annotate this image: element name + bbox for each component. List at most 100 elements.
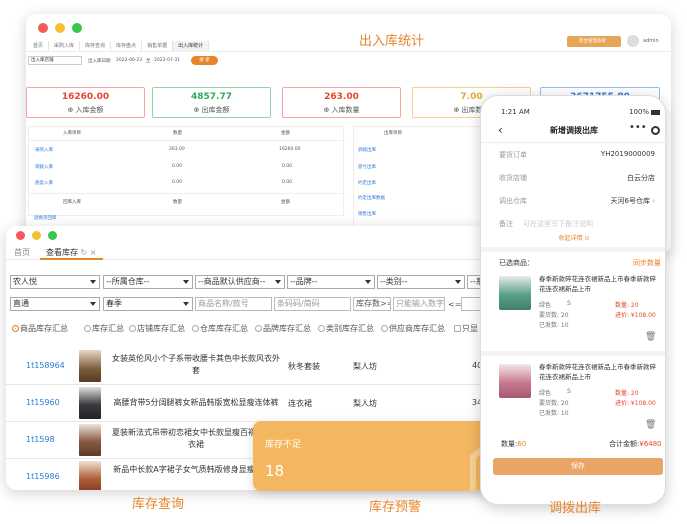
ret-table-line: [29, 193, 345, 194]
product-thumbnail: [79, 424, 101, 456]
delete-icon[interactable]: 🗑: [645, 420, 656, 430]
chevron-down-icon: [365, 280, 371, 284]
tab-home[interactable]: 首页: [28, 41, 50, 51]
user-name: admin: [643, 38, 659, 44]
row-code[interactable]: 1t15960: [26, 398, 60, 407]
out-row-3[interactable]: 约定出库: [358, 180, 376, 186]
brand-filter[interactable]: --品牌--: [287, 275, 375, 289]
row-season: 秋冬套装: [288, 362, 320, 371]
ret-table-header-amount: 金额: [281, 200, 290, 205]
radio-dot: [318, 325, 325, 332]
radio-warehouse-summary[interactable]: 仓库库存汇总: [192, 323, 248, 334]
category-filter[interactable]: --类别--: [377, 275, 465, 289]
out-row-2[interactable]: 盘亏出库: [358, 164, 376, 170]
delete-icon[interactable]: 🗑: [645, 332, 656, 342]
collapse-link[interactable]: 收起详情 ⊙: [481, 233, 665, 242]
out-amount-icon: ⊕: [193, 106, 202, 114]
product-card[interactable]: 春季新款碎花连衣裙新品上市春季新款碎花连衣裙新品上市 绿色 S 要货数: 20 …: [481, 268, 665, 350]
query-minimize-dot[interactable]: [32, 231, 41, 240]
stock-alert-card[interactable]: 库存不足 18: [253, 421, 517, 491]
date-sep: 至: [146, 59, 151, 64]
warehouse-filter[interactable]: --所属仓库--: [103, 275, 193, 289]
in-row-3-amount: 0.00: [282, 180, 293, 185]
tab-view-stock[interactable]: 查看库存 ↻ ×: [40, 244, 103, 260]
out-row-1[interactable]: 调拨出库: [358, 147, 376, 153]
status-time: 1:21 AM: [501, 108, 530, 116]
in-table-header-amount: 金额: [281, 131, 290, 136]
warehouse-select[interactable]: 出入库店铺: [28, 56, 82, 65]
maximize-dot[interactable]: [72, 23, 82, 33]
receiving-store-field[interactable]: 收货店铺 白云分店: [481, 166, 665, 188]
product-name-input[interactable]: 商品名称/款号: [195, 297, 272, 311]
status-battery: 100%: [629, 108, 661, 116]
row-code[interactable]: 1t1598: [26, 435, 55, 444]
date-to[interactable]: 2022-07-31: [154, 58, 180, 63]
stock-lt-label: <=: [448, 300, 462, 309]
in-row-1-qty: 263.00: [169, 147, 185, 152]
row-code[interactable]: 1t158964: [26, 361, 65, 370]
sync-button[interactable]: 同步数量: [633, 258, 661, 268]
tab-query-home[interactable]: 首页: [14, 247, 30, 258]
query-close-dot[interactable]: [16, 231, 25, 240]
stat-in-amount: 16260.00 ⊕ 入库金额: [26, 87, 145, 118]
radio-product-summary[interactable]: 商品库存汇总: [12, 323, 68, 334]
in-amount-icon: ⊕: [67, 106, 76, 114]
tab-stats[interactable]: 出入库统计: [173, 41, 210, 51]
table-row[interactable]: 1t15960 高腰背带5分阔腿裤女新品韩版宽松显瘦连体裤 连衣裙 梨人坊 34: [6, 385, 487, 422]
remark-field[interactable]: 备注 可在这里写下备注说明: [481, 212, 665, 234]
radio-stock-summary[interactable]: 库存汇总: [84, 323, 124, 334]
tab-stock-check[interactable]: 库存盘点: [111, 41, 143, 51]
out-row-5[interactable]: 销售出库: [358, 211, 376, 217]
stat-in-qty: 263.00 ⊕ 入库数量: [282, 87, 401, 118]
product-card[interactable]: 春季新款碎花连衣裙新品上市春季新款碎花连衣裙新品上市 绿色 S 要货数: 20 …: [481, 356, 665, 438]
ret-row-1-item[interactable]: 退换货回库: [34, 215, 57, 221]
label-transfer: 调拨出库: [549, 501, 602, 516]
checkbox-only-show[interactable]: 只显: [454, 323, 478, 334]
tab-stock-query[interactable]: 库存查询: [80, 41, 112, 51]
tab-purchase-in[interactable]: 采购入库: [49, 41, 81, 51]
row-name: 高腰背带5分阔腿裤女新品韩版宽松显瘦连体裤: [113, 398, 279, 407]
chevron-right-icon: ›: [649, 197, 655, 205]
query-maximize-dot[interactable]: [48, 231, 57, 240]
target-icon[interactable]: [651, 126, 660, 135]
search-button[interactable]: 搜 索: [191, 56, 218, 65]
store-select[interactable]: 农人悦: [10, 275, 100, 289]
season-select[interactable]: 春季: [103, 297, 193, 311]
admin-button[interactable]: 后台管理系统: [567, 36, 621, 47]
in-row-1-item[interactable]: 采购入库: [35, 147, 53, 153]
checkbox-box: [454, 325, 461, 332]
stock-min-input[interactable]: 只能输入数字: [393, 297, 445, 311]
refresh-icon[interactable]: ↻: [81, 248, 88, 257]
minimize-dot[interactable]: [55, 23, 65, 33]
supplier-filter[interactable]: --商品默认供应商--: [195, 275, 285, 289]
in-qty-icon: ⊕: [323, 106, 332, 114]
avatar[interactable]: [627, 35, 639, 47]
order-field[interactable]: 要货订单 YH2019000009: [481, 143, 665, 165]
close-dot[interactable]: [38, 23, 48, 33]
radio-dot: [255, 325, 262, 332]
in-row-3-item[interactable]: 盘盈入库: [35, 180, 53, 186]
channel-select[interactable]: 直通: [10, 297, 100, 311]
tab-close-icon[interactable]: ×: [90, 248, 97, 257]
in-row-2-item[interactable]: 调拨入库: [35, 164, 53, 170]
radio-supplier-summary[interactable]: 供应商库存汇总: [381, 323, 445, 334]
out-qty-icon: ⊕: [453, 106, 462, 114]
date-label: 出入库日期: [88, 59, 111, 64]
row-code[interactable]: 1t15986: [26, 472, 60, 481]
tab-sales[interactable]: 销售单据: [142, 41, 174, 51]
more-icon[interactable]: •••: [629, 122, 647, 133]
product-image: [499, 364, 531, 398]
save-button[interactable]: 保存: [493, 458, 663, 475]
label-stats: 出入库统计: [359, 34, 425, 49]
radio-category-summary[interactable]: 类别库存汇总: [318, 323, 374, 334]
stat-out-amount: 4857.77 ⊕ 出库金额: [152, 87, 271, 118]
radio-store-summary[interactable]: 店铺库存汇总: [129, 323, 185, 334]
barcode-input[interactable]: 条码码/简码: [274, 297, 351, 311]
source-warehouse-field[interactable]: 调出仓库 天河6号仓库 ›: [481, 189, 665, 211]
out-row-4[interactable]: 约定出库数据: [358, 195, 385, 201]
radio-brand-summary[interactable]: 品牌库存汇总: [255, 323, 311, 334]
table-row[interactable]: 1t158964 女装英伦风小个子系带收腰卡其色中长款风衣外套 秋冬套装 梨人坊…: [6, 348, 487, 385]
date-from[interactable]: 2022-06-23: [116, 58, 142, 63]
label-alert: 库存预警: [369, 500, 422, 515]
in-row-3-qty: 0.00: [172, 180, 183, 185]
